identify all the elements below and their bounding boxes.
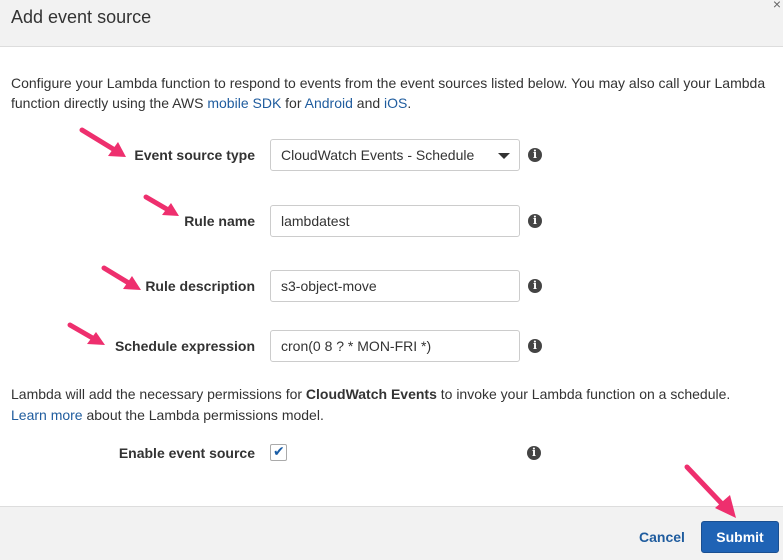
info-icon[interactable]: i (528, 279, 542, 293)
cancel-button[interactable]: Cancel (628, 522, 696, 552)
annotation-arrow-icon (79, 127, 126, 157)
checkmark-icon: ✔ (273, 443, 285, 459)
event-source-type-select[interactable]: CloudWatch Events - Schedule (270, 139, 520, 171)
ios-link[interactable]: iOS (384, 95, 407, 111)
submit-button[interactable]: Submit (701, 521, 779, 553)
permissions-text-1: Lambda will add the necessary permission… (11, 386, 306, 402)
intro-text-3: and (352, 95, 385, 111)
intro-text: Configure your Lambda function to respon… (11, 73, 771, 113)
rule-description-value: s3-object-move (281, 278, 377, 294)
android-link[interactable]: Android (305, 95, 353, 111)
annotation-arrow-icon (101, 265, 141, 290)
rule-name-row: Rule name lambdatest i (0, 205, 783, 237)
enable-event-source-checkbox[interactable]: ✔ (270, 443, 287, 461)
enable-event-source-row: Enable event source i (0, 437, 783, 469)
rule-name-input[interactable]: lambdatest (270, 205, 520, 237)
annotation-arrow-icon (143, 194, 179, 216)
info-icon[interactable]: i (527, 446, 541, 460)
dropdown-chevron-icon (498, 153, 510, 159)
add-event-source-dialog: Add event source × Configure your Lambda… (0, 0, 783, 560)
annotation-arrow-icon (67, 322, 105, 345)
intro-text-4: . (407, 95, 412, 111)
rule-description-input[interactable]: s3-object-move (270, 270, 520, 302)
permissions-service-name: CloudWatch Events (305, 386, 437, 402)
mobile-sdk-link[interactable]: mobile SDK (207, 95, 281, 111)
info-icon[interactable]: i (528, 148, 542, 162)
enable-event-source-label: Enable event source (118, 445, 255, 461)
event-source-type-label: Event source type (134, 147, 255, 163)
info-icon[interactable]: i (528, 214, 542, 228)
event-source-type-value: CloudWatch Events - Schedule (281, 147, 475, 163)
rule-description-label: Rule description (145, 278, 255, 294)
dialog-header: Add event source × (0, 0, 783, 47)
schedule-expression-label: Schedule expression (114, 338, 255, 354)
dialog-title: Add event source (11, 7, 152, 27)
rule-name-label: Rule name (184, 213, 255, 229)
info-icon[interactable]: i (528, 339, 542, 353)
rule-name-value: lambdatest (281, 213, 350, 229)
close-icon[interactable]: × (773, 0, 781, 12)
schedule-expression-input[interactable]: cron(0 8 ? * MON-FRI *) (270, 330, 520, 362)
permissions-text: Lambda will add the necessary permission… (11, 384, 776, 426)
permissions-text-3: about the Lambda permissions model. (82, 407, 324, 423)
schedule-expression-row: Schedule expression cron(0 8 ? * MON-FRI… (0, 330, 783, 362)
permissions-text-2: to invoke your Lambda function on a sche… (436, 386, 731, 402)
annotation-arrow-icon (684, 464, 736, 518)
learn-more-link[interactable]: Learn more (11, 407, 83, 423)
schedule-expression-value: cron(0 8 ? * MON-FRI *) (281, 338, 432, 354)
intro-text-2: for (281, 95, 305, 111)
